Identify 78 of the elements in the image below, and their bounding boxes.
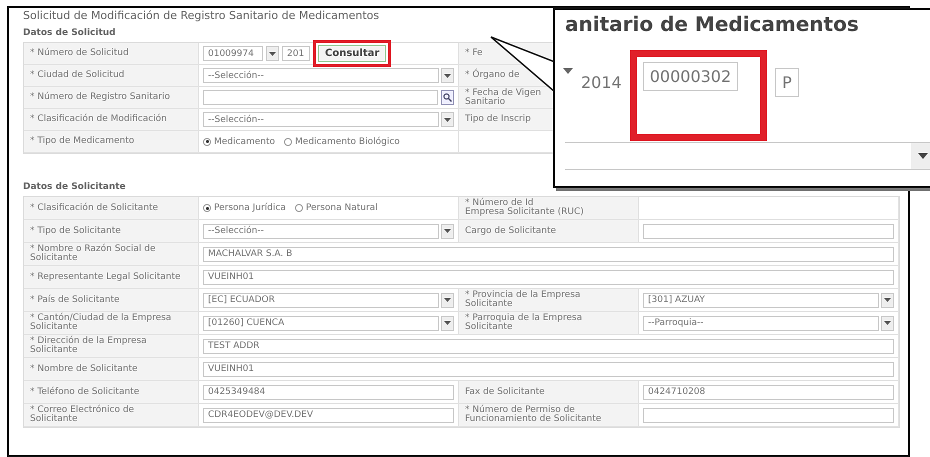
radio-label: Persona Jurídica <box>214 203 286 213</box>
section-heading: Datos de Solicitante <box>23 181 126 194</box>
consult-button[interactable]: Consultar <box>318 45 386 62</box>
caret-icon <box>444 229 451 233</box>
dropdown[interactable]: --Selección-- <box>203 68 439 83</box>
dropdown[interactable]: --Parroquia-- <box>643 316 879 330</box>
radio-button[interactable] <box>284 138 292 146</box>
radio-button[interactable] <box>203 138 211 146</box>
field-label: * Órgano de <box>465 71 520 80</box>
caret-icon <box>444 298 451 302</box>
dropdown[interactable]: --Selección-- <box>203 112 439 127</box>
page-title: Solicitud de Modificación de Registro Sanitario de Medicamentos <box>23 9 380 22</box>
text-field[interactable]: VUEINH01 <box>203 362 894 376</box>
dropdown[interactable]: [301] AZUAY <box>643 292 879 308</box>
field-label: * Nombre o Razón Social de Solicitante <box>30 245 156 263</box>
field-label: * Número de Solicitud <box>30 49 129 58</box>
dropdown-toggle[interactable] <box>441 316 454 330</box>
text-field[interactable] <box>643 408 894 422</box>
field-label: * Parroquia de la Empresa Solicitante <box>465 314 582 332</box>
dropdown-toggle[interactable] <box>441 224 454 238</box>
text-field[interactable]: 0425349484 <box>203 384 454 400</box>
field-label: * Número de Registro Sanitario <box>30 93 170 102</box>
field-label: Tipo de Inscrip <box>465 115 531 124</box>
field-label: * Cantón/Ciudad de la Empresa Solicitante <box>30 314 172 332</box>
search-button[interactable] <box>441 90 454 105</box>
search-icon <box>443 93 452 102</box>
field-label: * Fecha de Vigen Sanitario <box>465 88 542 106</box>
caret-icon <box>563 68 573 74</box>
field-label: * Dirección de la Empresa Solicitante <box>30 337 147 355</box>
section-heading: Datos de Solicitud <box>23 27 116 40</box>
field-label: * Número de Permiso de Funcionamiento de Solicitante <box>465 406 602 424</box>
dropdown-toggle[interactable] <box>441 292 454 308</box>
dropdown[interactable]: [EC] ECUADOR <box>203 292 439 308</box>
dropdown-toggle[interactable] <box>441 112 454 127</box>
field-label: * Clasificación de Modificación <box>30 115 167 124</box>
caret-icon <box>444 74 451 78</box>
dropdown-toggle[interactable] <box>881 292 894 308</box>
field-label: * Número de Id Empresa Solicitante (RUC) <box>465 199 584 217</box>
text-field[interactable]: 0424710208 <box>643 384 894 400</box>
callout-year: 2014 <box>581 72 622 94</box>
caret-icon <box>918 153 928 159</box>
text-field[interactable]: TEST ADDR <box>203 338 894 354</box>
text-field[interactable]: 201 <box>282 46 310 61</box>
caret-icon <box>444 118 451 122</box>
radio-button[interactable] <box>203 204 211 212</box>
text-field[interactable]: 01009974 <box>203 46 263 61</box>
text-field[interactable]: VUEINH01 <box>203 270 894 284</box>
text-field[interactable] <box>203 90 438 105</box>
field-label: * Nombre de Solicitante <box>30 364 138 374</box>
caret-icon <box>269 52 276 56</box>
text-field[interactable]: CDR4EODEV@DEV.DEV <box>203 408 454 422</box>
field-label: * Representante Legal Solicitante <box>30 272 181 282</box>
caret-icon <box>884 298 891 302</box>
callout-title: anitario de Medicamentos <box>565 12 859 36</box>
field-label: * Provincia de la Empresa Solicitante <box>465 291 580 309</box>
text-field[interactable]: MACHALVAR S.A. B <box>203 246 894 262</box>
field-label: * Tipo de Medicamento <box>30 137 134 146</box>
radio-label: Persona Natural <box>306 203 378 213</box>
caret-icon <box>884 321 891 325</box>
field-label: * Correo Electrónico de Solicitante <box>30 406 134 424</box>
dropdown-toggle[interactable] <box>441 68 454 83</box>
field-label: * Clasificación de Solicitante <box>30 204 158 212</box>
dropdown[interactable]: [01260] CUENCA <box>203 316 439 330</box>
field-label: * País de Solicitante <box>30 296 120 304</box>
radio-button[interactable] <box>294 204 303 212</box>
text-field[interactable] <box>643 224 894 238</box>
field-label: Fax de Solicitante <box>465 388 545 396</box>
radio-label: Medicamento <box>214 136 276 146</box>
dropdown-toggle[interactable] <box>881 316 894 330</box>
field-label: * Tipo de Solicitante <box>30 226 121 236</box>
field-label: * Ciudad de Solicitud <box>30 71 124 80</box>
dropdown[interactable]: --Selección-- <box>203 224 439 238</box>
radio-label: Medicamento Biológico <box>295 136 400 146</box>
dropdown-toggle[interactable] <box>266 46 279 61</box>
field-label: Cargo de Solicitante <box>465 226 556 236</box>
caret-icon <box>444 321 451 325</box>
field-label: * Fe <box>465 49 483 58</box>
field-label: * Teléfono de Solicitante <box>30 388 140 396</box>
